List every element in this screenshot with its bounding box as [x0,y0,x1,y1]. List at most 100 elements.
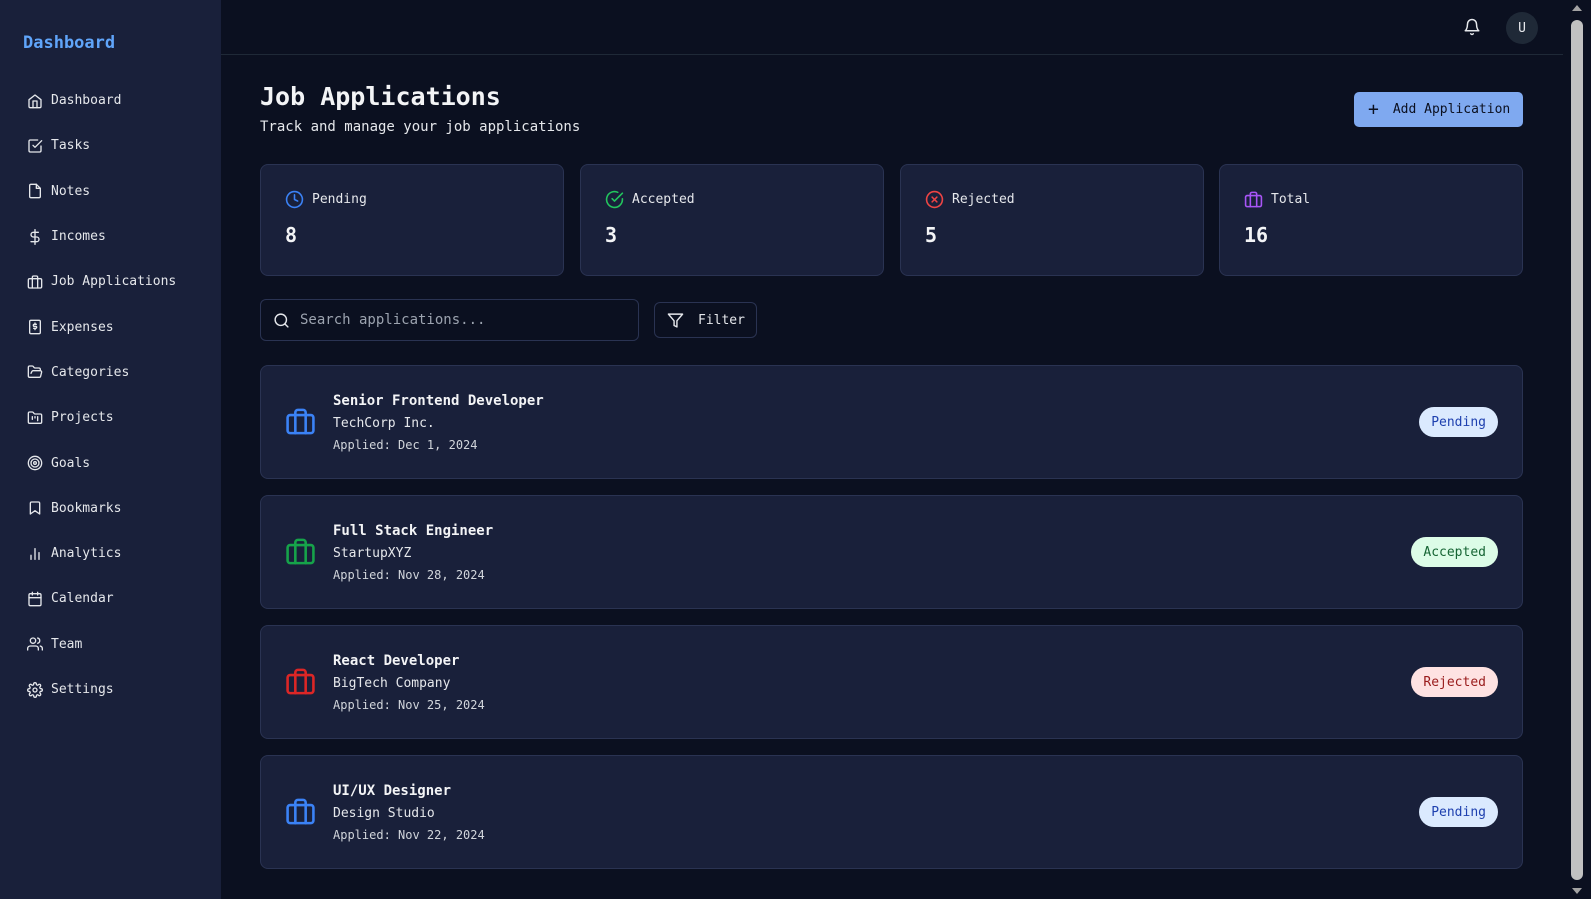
plus-icon: + [1368,98,1379,120]
bookmark-icon [29,501,41,515]
briefcase-icon [1244,191,1263,208]
sidebar-item-label: Team [51,636,83,652]
file-icon [29,183,41,199]
sidebar-item-categories[interactable]: Categories [0,350,221,395]
sidebar-item-tasks[interactable]: Tasks [0,123,221,168]
sidebar-item-goals[interactable]: Goals [0,440,221,485]
filter-icon [667,312,684,328]
sidebar-item-label: Settings [51,682,114,697]
folder-open-icon [27,365,43,379]
stat-value: 3 [605,223,618,247]
dollar-icon [30,228,40,245]
application-title: UI/UX Designer [333,783,452,799]
sidebar-item-incomes[interactable]: Incomes [0,214,221,259]
sidebar-item-bookmarks[interactable]: Bookmarks [0,486,221,531]
sidebar-item-projects[interactable]: Projects [0,395,221,440]
application-title: Full Stack Engineer [333,523,494,539]
sidebar-item-label: Projects [51,410,114,426]
application-company: Design Studio [333,806,435,821]
status-badge: Pending [1419,407,1498,437]
add-application-label: Add Application [1392,102,1511,117]
status-badge: Rejected [1411,667,1498,697]
application-date: Applied: Nov 22, 2024 [333,828,485,842]
sidebar-item-job-applications[interactable]: Job Applications [0,259,221,304]
filter-button[interactable]: Filter [654,302,757,338]
application-card[interactable]: UI/UX Designer Design Studio Applied: No… [260,755,1523,869]
page-subtitle: Track and manage your job applications [260,119,581,135]
scroll-up-arrow-icon[interactable] [1572,5,1582,11]
calendar-icon [28,591,42,607]
check-circle-icon [605,190,624,209]
stat-value: 5 [925,223,938,247]
sidebar: Dashboard Dashboard Tasks Notes Incomes … [0,0,221,899]
briefcase-icon [286,408,315,435]
stat-header: Total [1244,190,1310,209]
target-icon [27,455,43,471]
stat-header: Accepted [605,190,695,209]
briefcase-icon [286,668,315,695]
sidebar-item-label: Job Applications [51,274,177,290]
application-company: StartupXYZ [333,546,412,561]
application-date: Applied: Nov 28, 2024 [333,568,485,582]
search-input[interactable] [300,312,620,328]
sidebar-item-notes[interactable]: Notes [0,169,221,214]
stat-header: Pending [285,190,367,209]
sidebar-item-team[interactable]: Team [0,622,221,667]
sidebar-nav: Dashboard Tasks Notes Incomes Job Applic… [0,78,221,712]
filter-label: Filter [698,312,745,328]
sidebar-item-label: Incomes [51,229,106,245]
sidebar-item-label: Dashboard [51,93,122,109]
sidebar-item-settings[interactable]: Settings [0,667,221,712]
application-card[interactable]: Full Stack Engineer StartupXYZ Applied: … [260,495,1523,609]
add-application-button[interactable]: + Add Application [1354,92,1523,127]
status-badge: Accepted [1411,537,1498,567]
briefcase-icon [286,538,315,565]
sidebar-item-label: Categories [51,364,130,380]
stat-value: 16 [1244,223,1269,247]
stat-card-pending: Pending 8 [260,164,564,276]
briefcase-icon [286,798,315,825]
sidebar-item-label: Calendar [51,591,114,607]
sidebar-item-label: Notes [51,183,91,199]
clock-icon [285,190,304,209]
application-date: Applied: Nov 25, 2024 [333,698,485,712]
check-square-icon [28,139,43,153]
users-icon [27,637,43,651]
sidebar-item-dashboard[interactable]: Dashboard [0,78,221,123]
sidebar-item-label: Bookmarks [51,500,122,516]
stat-card-total: Total 16 [1219,164,1523,276]
sidebar-item-analytics[interactable]: Analytics [0,531,221,576]
application-card[interactable]: React Developer BigTech Company Applied:… [260,625,1523,739]
home-icon [28,93,42,108]
stat-card-rejected: Rejected 5 [900,164,1204,276]
application-title: Senior Frontend Developer [333,393,544,409]
stat-label: Rejected [952,192,1015,207]
status-badge: Pending [1419,797,1498,827]
bar-chart-icon [30,547,40,560]
stat-card-accepted: Accepted 3 [580,164,884,276]
receipt-icon [29,319,41,335]
sidebar-item-label: Analytics [51,546,122,562]
sidebar-item-expenses[interactable]: Expenses [0,304,221,349]
sidebar-item-label: Goals [51,455,91,471]
brand-title[interactable]: Dashboard [23,33,115,53]
application-title: React Developer [333,653,460,669]
bell-icon[interactable] [1463,18,1481,36]
x-circle-icon [925,190,944,209]
application-company: BigTech Company [333,676,451,691]
stat-value: 8 [285,223,298,247]
avatar[interactable]: U [1506,12,1538,44]
scroll-down-arrow-icon[interactable] [1572,888,1582,894]
gear-icon [27,681,43,698]
folder-kanban-icon [27,411,43,424]
sidebar-item-calendar[interactable]: Calendar [0,576,221,621]
application-date: Applied: Dec 1, 2024 [333,438,478,452]
scrollbar-thumb[interactable] [1571,20,1583,880]
stat-header: Rejected [925,190,1015,209]
sidebar-item-label: Expenses [51,319,114,335]
scrollbar[interactable] [1563,0,1591,899]
application-company: TechCorp Inc. [333,416,435,431]
stat-label: Total [1271,192,1311,207]
application-card[interactable]: Senior Frontend Developer TechCorp Inc. … [260,365,1523,479]
sidebar-item-label: Tasks [51,138,91,154]
